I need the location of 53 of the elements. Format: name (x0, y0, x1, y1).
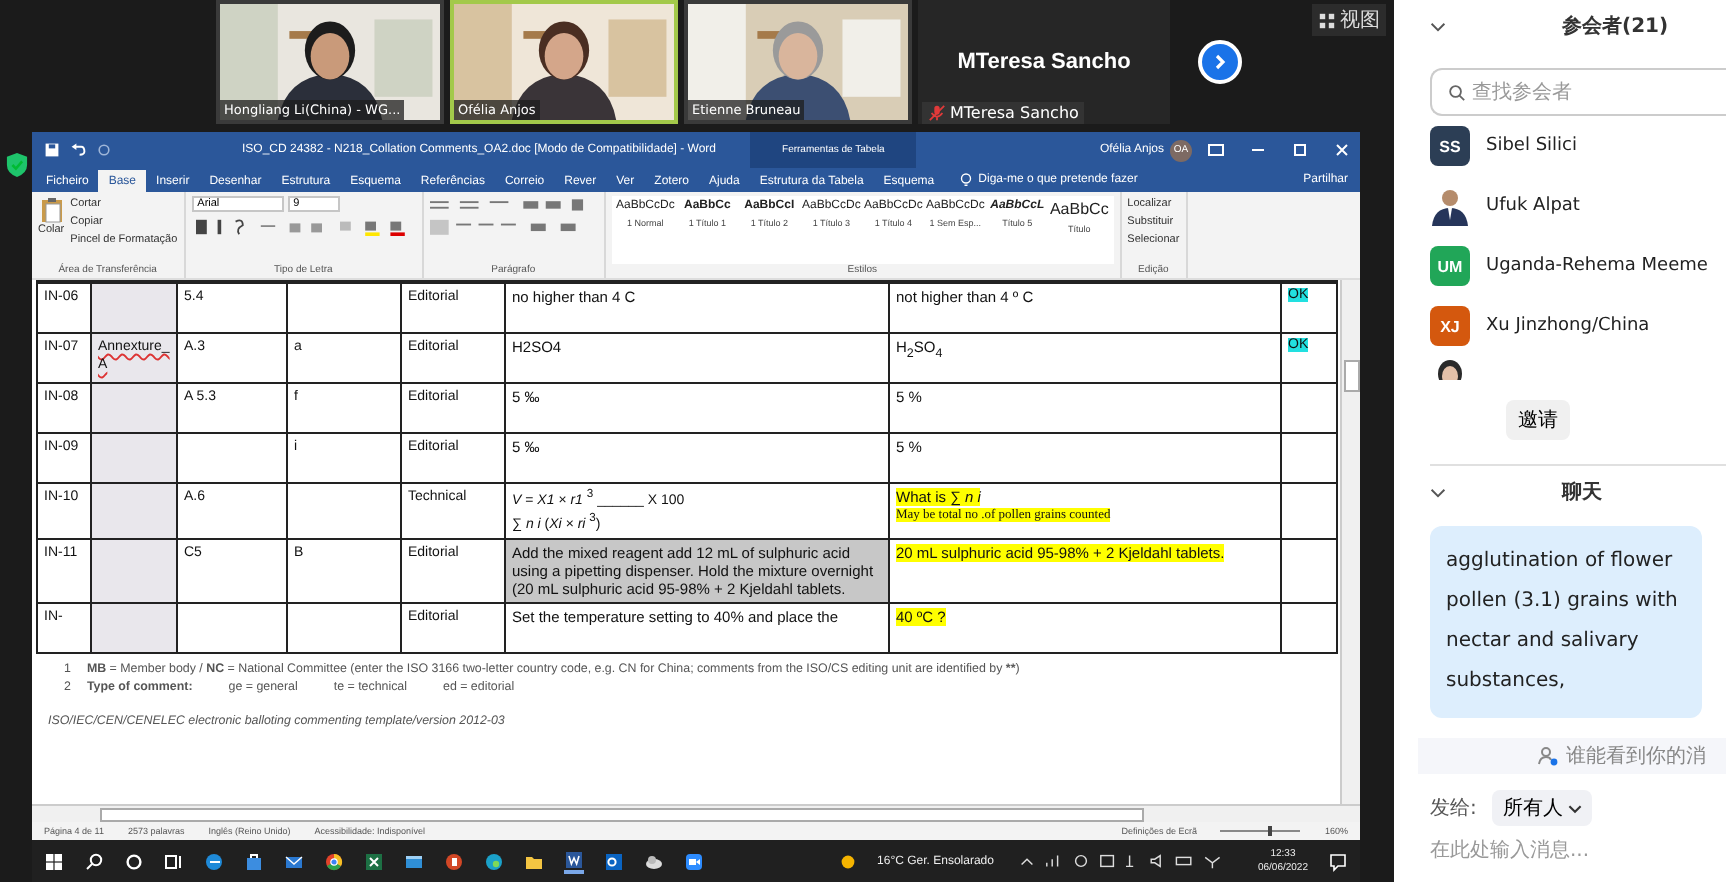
windows-start-icon[interactable] (44, 851, 64, 871)
task-view-icon[interactable] (164, 851, 184, 871)
folder-icon[interactable] (524, 851, 544, 871)
participant-name: MTeresa Sancho (950, 104, 1079, 122)
participant-name: Xu Jinzhong/China (1486, 316, 1650, 336)
close-icon[interactable] (1332, 140, 1352, 160)
horizontal-scrollbar[interactable] (32, 804, 1360, 822)
caret-icon (1568, 803, 1583, 813)
panel-title: 参会者(21) (1562, 13, 1669, 40)
circle-icon[interactable] (124, 851, 144, 871)
chevron-right-icon (1210, 52, 1230, 72)
powerpoint-icon[interactable] (444, 851, 464, 871)
avatar: SS (1430, 126, 1470, 166)
maximize-icon[interactable] (1290, 140, 1310, 160)
participant-name: Ufuk Alpat (1486, 196, 1580, 216)
shield-icon (5, 152, 27, 178)
window-app-icon[interactable] (404, 851, 424, 871)
collapse-chevron-icon[interactable] (1430, 487, 1446, 497)
participant-name: Uganda-Rehema Meeme (1486, 256, 1708, 276)
grid-icon (1318, 11, 1336, 29)
mail-icon[interactable] (284, 851, 304, 871)
word-icon[interactable] (564, 849, 584, 873)
video-camera-icon[interactable] (684, 851, 704, 871)
vertical-scrollbar[interactable] (1340, 280, 1360, 804)
ribbon-display-icon[interactable] (1206, 140, 1226, 160)
save-icon[interactable] (44, 142, 60, 158)
sun-icon (837, 851, 858, 871)
avatar-icon (1430, 186, 1470, 226)
excel-icon[interactable] (364, 851, 384, 871)
participant-name: MTeresa Sancho (957, 50, 1131, 74)
cloud-app-icon[interactable] (644, 851, 664, 871)
view-button[interactable]: 视图 (1312, 4, 1386, 36)
recipient-dropdown[interactable]: 所有人 (1492, 790, 1593, 826)
clipboard-icon[interactable] (39, 196, 64, 224)
search-icon (1448, 83, 1466, 101)
person-icon (1538, 746, 1558, 766)
next-page-button[interactable] (1198, 40, 1242, 84)
outlook-icon[interactable] (604, 851, 624, 871)
undo-icon[interactable] (70, 142, 86, 158)
panel-title: 聊天 (1562, 479, 1602, 506)
lightbulb-icon (960, 172, 973, 188)
send-to-label: 发给: (1430, 796, 1477, 822)
chat-message: agglutination of flower pollen (3.1) grains with nectar and salivary substances, (1430, 526, 1702, 718)
notifications-icon[interactable] (1328, 851, 1348, 871)
edge-icon[interactable] (484, 851, 504, 871)
invite-button[interactable]: 邀请 (1506, 400, 1570, 440)
search-icon[interactable] (84, 851, 104, 871)
avatar: XJ (1430, 306, 1470, 346)
collapse-chevron-icon[interactable] (1430, 21, 1446, 31)
chrome-icon[interactable] (324, 851, 344, 871)
participant-name: Sibel Silici (1486, 136, 1577, 156)
store-icon[interactable] (244, 851, 264, 871)
avatar: UM (1430, 246, 1470, 286)
